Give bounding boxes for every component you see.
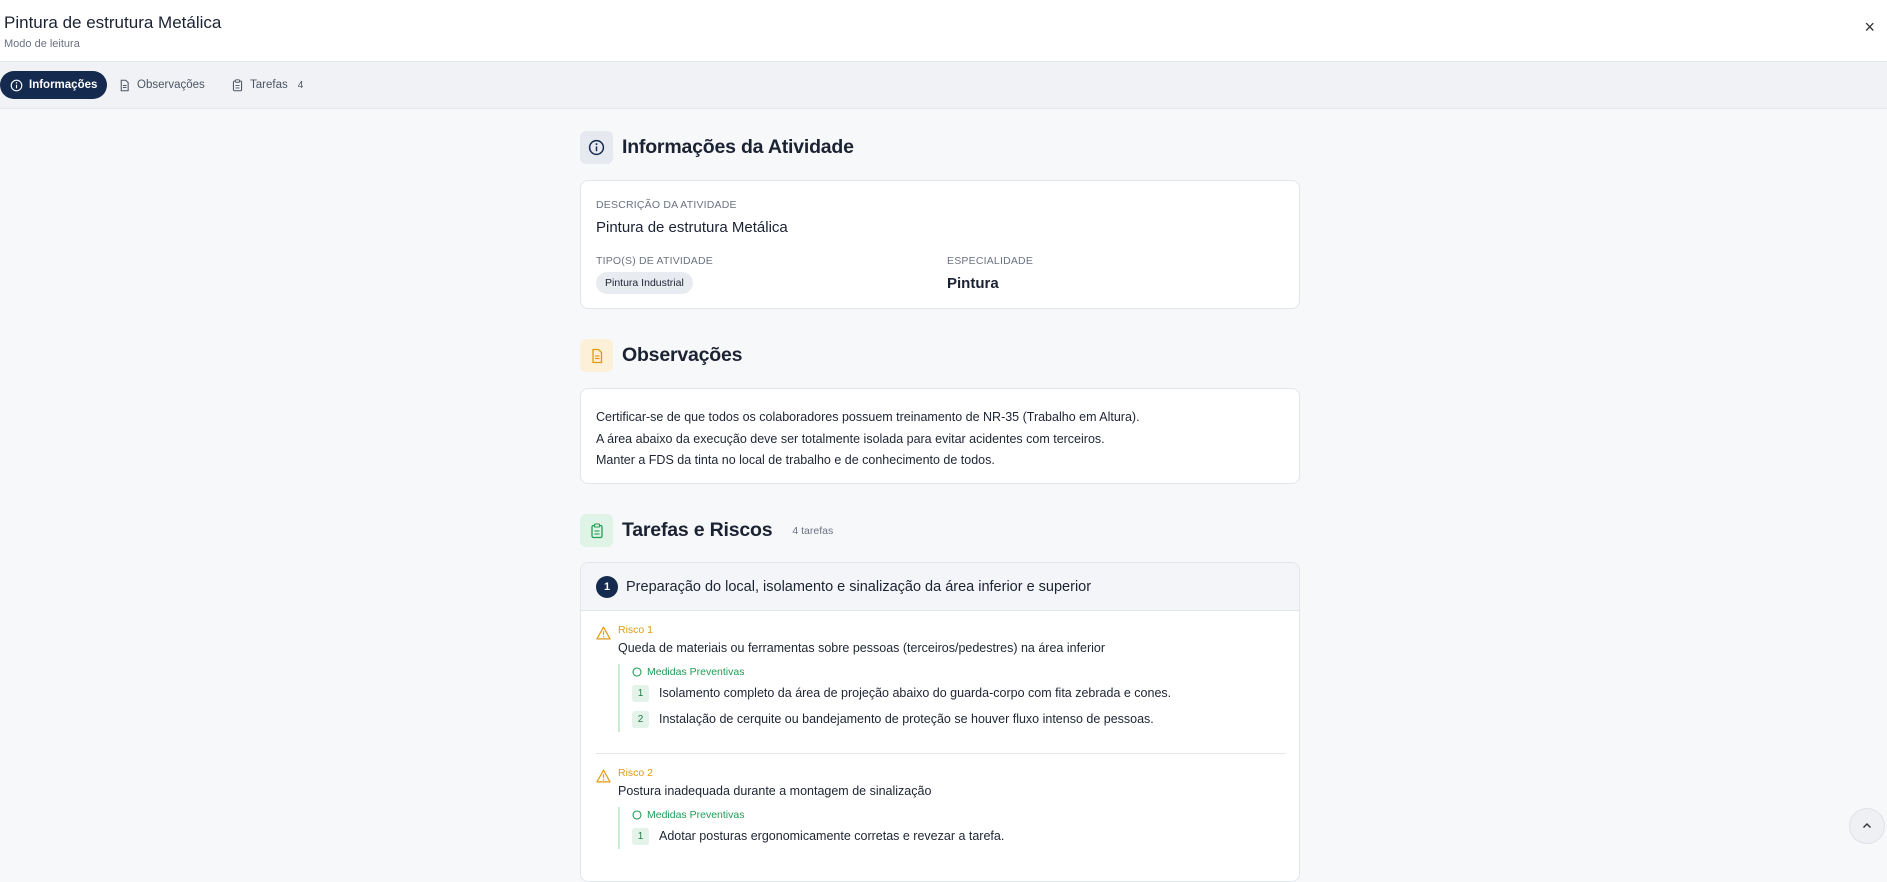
measure-text: Isolamento completo da área de projeção … [659,686,1172,700]
task-header[interactable]: 1 Preparação do local, isolamento e sina… [581,563,1299,611]
observations-section-header: Observações [580,339,742,372]
risk-description: Postura inadequada durante a montagem de… [618,784,932,798]
tab-label: Informações [29,79,98,91]
measures-title: Medidas Preventivas [632,807,1004,823]
read-mode-label: Modo de leitura [4,38,80,50]
tasks-count: 4 tarefas [792,524,834,537]
types-label: TIPO(S) DE ATIVIDADE [596,255,713,267]
measure-item: 1 Isolamento completo da área de projeçã… [632,680,1171,706]
warning-icon [596,626,611,640]
info-section-header: Informações da Atividade [580,131,854,164]
preventive-measures: Medidas Preventivas 1 Adotar posturas er… [618,807,1004,849]
observation-line: Manter a FDS da tinta no local de trabal… [596,453,995,467]
measure-item: 2 Instalação de cerquite ou bandejamento… [632,706,1171,732]
warning-icon [596,769,611,783]
section-title: Informações da Atividade [622,136,854,158]
document-icon [580,339,613,372]
measure-item: 1 Adotar posturas ergonomicamente corret… [632,823,1004,849]
shield-icon [632,810,642,820]
observation-line: Certificar-se de que todos os colaborado… [596,410,1140,424]
preventive-measures: Medidas Preventivas 1 Isolamento complet… [618,664,1171,732]
shield-icon [632,667,642,677]
measure-text: Instalação de cerquite ou bandejamento d… [659,712,1154,726]
tab-label: Observações [137,79,205,91]
info-icon [580,131,613,164]
description-label: DESCRIÇÃO DA ATIVIDADE [596,199,737,211]
risk-description: Queda de materiais ou ferramentas sobre … [618,641,1106,655]
observations-text: Certificar-se de que todos os colaborado… [596,407,1140,472]
close-button[interactable]: × [1864,18,1875,36]
info-icon [10,79,23,91]
document-icon [120,79,129,91]
task-number-badge: 1 [596,575,618,598]
observations-card: Certificar-se de que todos os colaborado… [580,388,1300,484]
measures-title: Medidas Preventivas [632,664,1171,680]
tab-count-badge: 4 [297,79,304,91]
info-card: DESCRIÇÃO DA ATIVIDADE Pintura de estrut… [580,180,1300,309]
specialty-value: Pintura [947,275,999,292]
tab-tarefas[interactable]: Tarefas 4 [221,71,313,99]
task-title: Preparação do local, isolamento e sinali… [626,578,1092,595]
clipboard-icon [580,514,613,547]
scroll-to-top-button[interactable] [1849,808,1885,844]
specialty-label: ESPECIALIDADE [947,255,1034,267]
measure-number: 2 [632,710,649,728]
section-title: Tarefas e Riscos [622,519,773,541]
chevron-up-icon [1863,823,1871,828]
risk-label: Risco 2 [618,767,654,779]
measure-text: Adotar posturas ergonomicamente corretas… [659,829,1005,843]
tasks-section-header: Tarefas e Riscos 4 tarefas [580,514,833,547]
modal-header: Pintura de estrutura Metálica Modo de le… [0,0,1887,62]
task-card: 1 Preparação do local, isolamento e sina… [580,562,1300,882]
risk-label: Risco 1 [618,624,654,636]
tab-bar: Informações Observações Tarefas 4 [0,62,1887,109]
activity-type-chip: Pintura Industrial [596,272,693,294]
tab-observacoes[interactable]: Observações [108,71,215,99]
clipboard-icon [232,78,243,91]
tab-informacoes[interactable]: Informações [0,71,108,99]
measure-number: 1 [632,827,649,845]
measure-number: 1 [632,684,649,702]
observation-line: A área abaixo da execução deve ser total… [596,431,1105,446]
description-value: Pintura de estrutura Metálica [596,219,788,236]
divider [596,753,1286,754]
tab-label: Tarefas [250,79,288,91]
page-title: Pintura de estrutura Metálica [4,13,222,32]
section-title: Observações [622,344,743,366]
